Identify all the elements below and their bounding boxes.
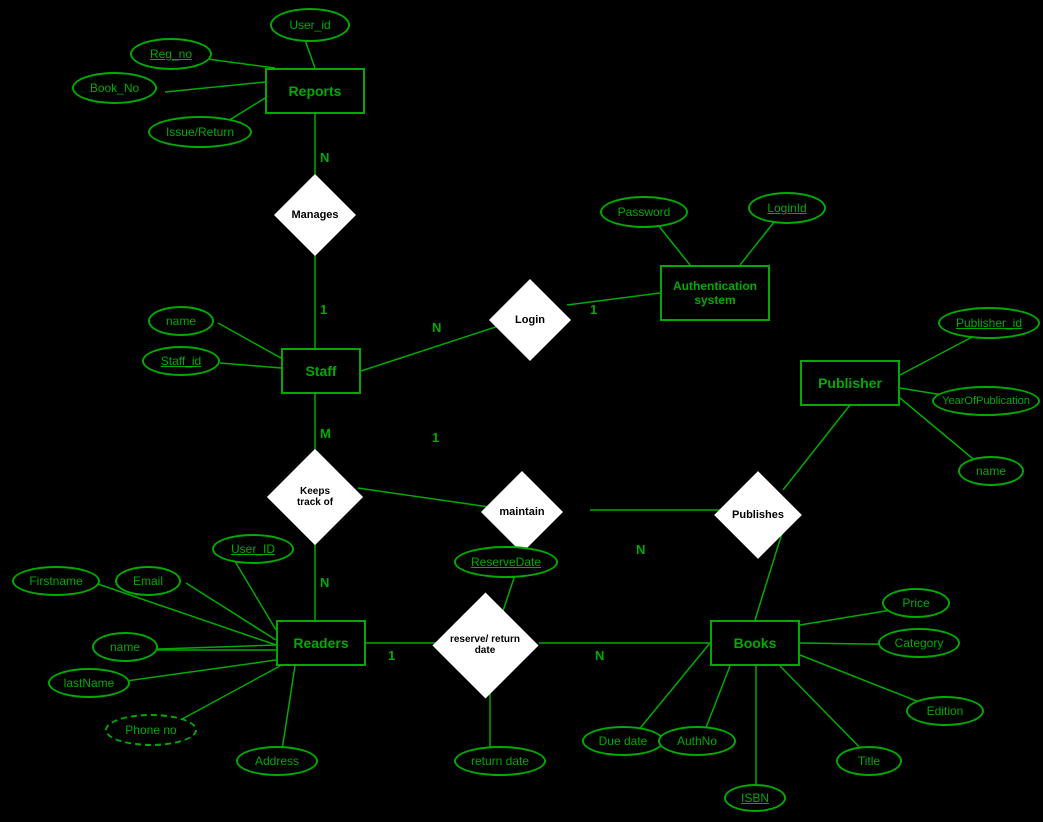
attr-due-date: Due date bbox=[582, 726, 664, 756]
attr-email: Email bbox=[115, 566, 181, 596]
entity-staff: Staff bbox=[281, 348, 361, 394]
entity-reports: Reports bbox=[265, 68, 365, 114]
card-one1: 1 bbox=[320, 302, 327, 317]
attr-book-no: Book_No bbox=[72, 72, 157, 104]
attr-category: Category bbox=[878, 628, 960, 658]
relationship-login: Login bbox=[490, 290, 570, 350]
attr-password: Password bbox=[600, 196, 688, 228]
card-n4: N bbox=[595, 648, 604, 663]
relationship-manages: Manages bbox=[275, 185, 355, 245]
er-diagram: Reports Staff Readers Books Publisher Au… bbox=[0, 0, 1043, 822]
attr-user-id: User_id bbox=[270, 8, 350, 42]
card-one3: 1 bbox=[432, 430, 439, 445]
attr-address: Address bbox=[236, 746, 318, 776]
attr-publisher-id: Publisher_id bbox=[938, 307, 1040, 339]
attr-staff-id: Staff_id bbox=[142, 346, 220, 376]
card-n5: N bbox=[636, 542, 645, 557]
attr-title: Title bbox=[836, 746, 902, 776]
attr-reserve-date: ReserveDate bbox=[454, 546, 558, 578]
relationship-reserve: reserve/ returndate bbox=[435, 610, 535, 680]
entity-books: Books bbox=[710, 620, 800, 666]
attr-price: Price bbox=[882, 588, 950, 618]
attr-name-pub: name bbox=[958, 456, 1024, 486]
card-n1: N bbox=[320, 150, 329, 165]
attr-lastname: lastName bbox=[48, 668, 130, 698]
attr-phone-no: Phone no bbox=[105, 714, 197, 746]
attr-user-id-r: User_ID bbox=[212, 534, 294, 564]
attr-issue-return: Issue/Return bbox=[148, 116, 252, 148]
card-n2: N bbox=[432, 320, 441, 335]
card-one4: 1 bbox=[388, 648, 395, 663]
attr-year-of-pub: YearOfPublication bbox=[932, 386, 1040, 416]
relationship-publishes: Publishes bbox=[718, 480, 798, 550]
card-m1: M bbox=[320, 426, 331, 441]
attr-name-r: name bbox=[92, 632, 158, 662]
attr-isbn: ISBN bbox=[724, 784, 786, 812]
attr-edition: Edition bbox=[906, 696, 984, 726]
entity-auth: Authenticationsystem bbox=[660, 265, 770, 321]
card-one2: 1 bbox=[590, 302, 597, 317]
attr-loginid: LoginId bbox=[748, 192, 826, 224]
attr-firstname: Firstname bbox=[12, 566, 100, 596]
relationship-maintain: maintain bbox=[482, 482, 562, 542]
attr-return-date: return date bbox=[454, 746, 546, 776]
attr-name-staff: name bbox=[148, 306, 214, 336]
entity-publisher: Publisher bbox=[800, 360, 900, 406]
card-n3: N bbox=[320, 575, 329, 590]
relationship-keepstrackof: Keepstrack of bbox=[270, 462, 360, 532]
attr-auth-no: AuthNo bbox=[658, 726, 736, 756]
attr-reg-no: Reg_no bbox=[130, 38, 212, 70]
entity-readers: Readers bbox=[276, 620, 366, 666]
